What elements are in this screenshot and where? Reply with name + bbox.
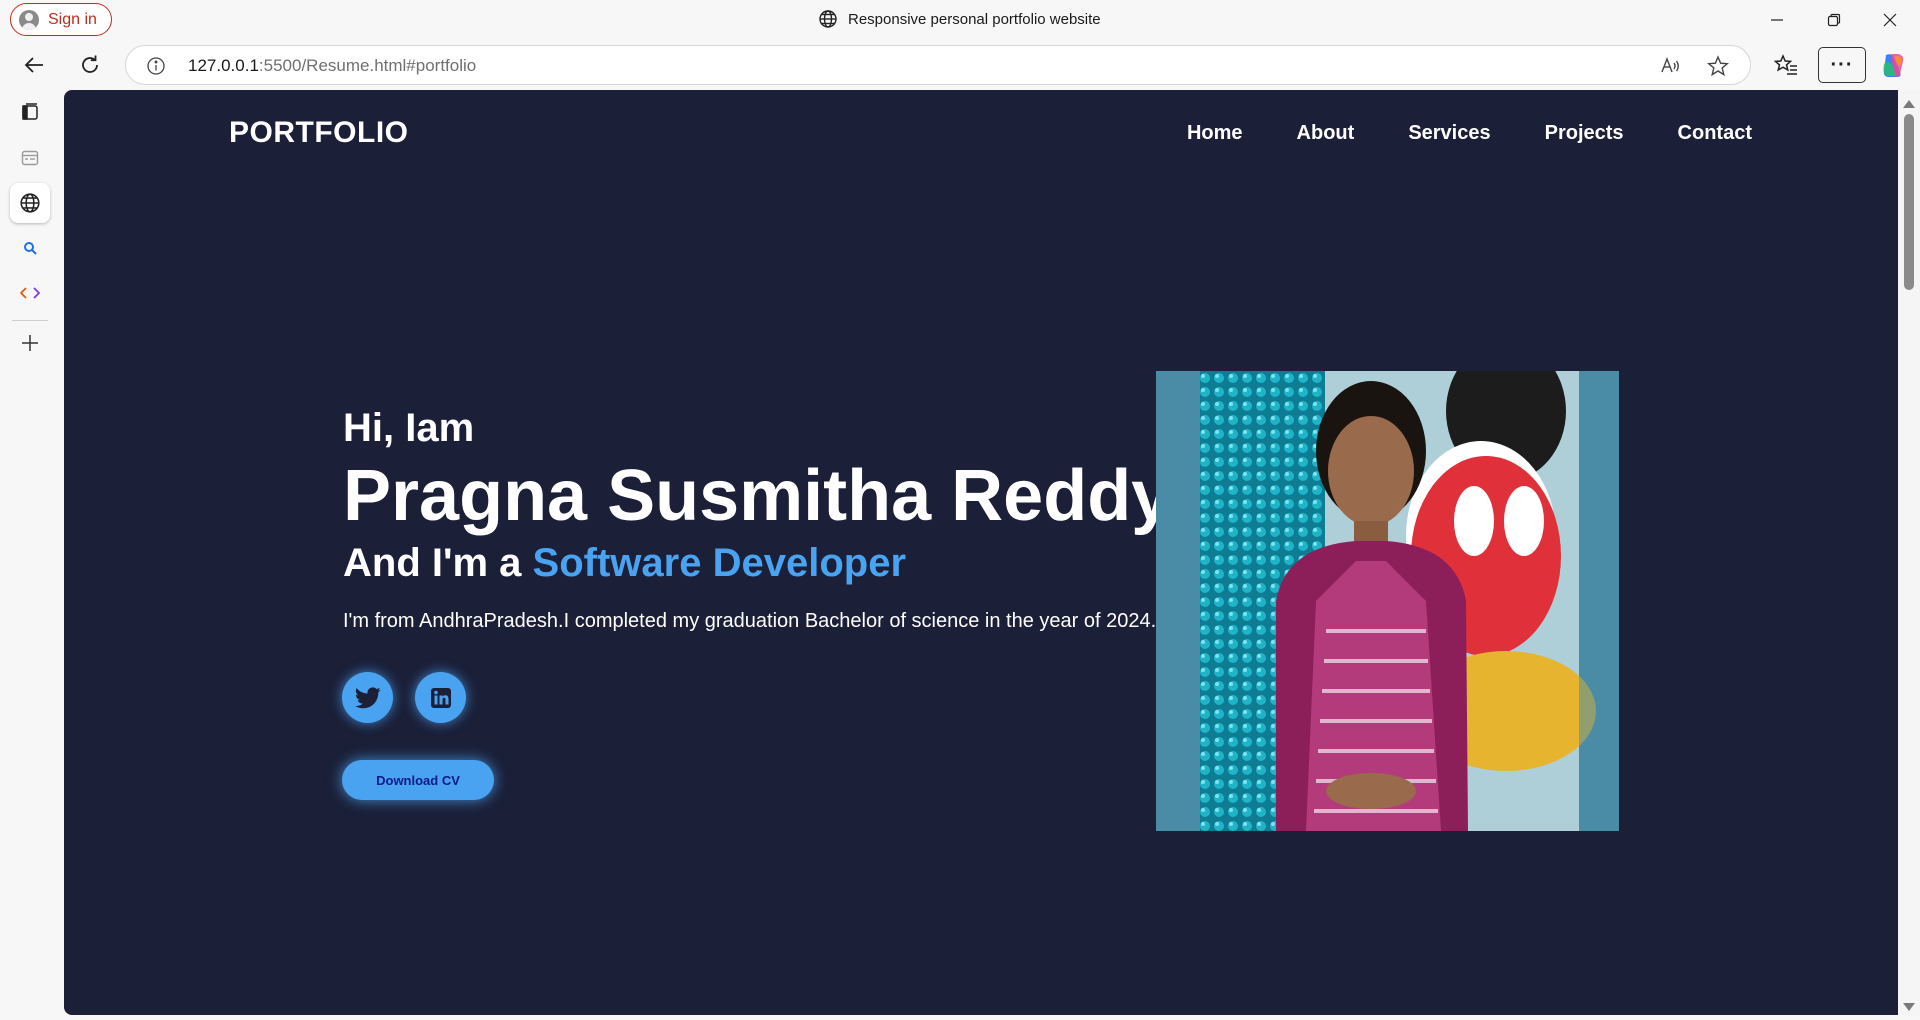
favorites-list-icon: [1774, 54, 1797, 75]
scrollbar-thumb[interactable]: [1904, 114, 1914, 290]
social-links: [342, 672, 466, 723]
refresh-icon: [82, 55, 98, 73]
nav-link-contact[interactable]: Contact: [1678, 122, 1752, 145]
browser-title-bar: Sign in Responsive personal portfolio we…: [0, 0, 1920, 40]
nav-link-home[interactable]: Home: [1187, 122, 1243, 145]
read-aloud-button[interactable]: [1657, 53, 1683, 79]
tab-title-text: Responsive personal portfolio website: [848, 10, 1101, 28]
minimize-button[interactable]: [1749, 0, 1805, 40]
search-icon: [24, 242, 37, 255]
profile-photo-image: [1156, 371, 1619, 831]
linkedin-icon: [430, 687, 451, 708]
read-aloud-icon: [1661, 57, 1679, 73]
linkedin-link[interactable]: [415, 672, 466, 723]
sidebar-browse-button[interactable]: [10, 183, 50, 223]
twitter-icon: [354, 686, 381, 708]
page-scrollbar[interactable]: [1898, 90, 1920, 1015]
address-bar[interactable]: 127.0.0.1:5500/Resume.html#portfolio: [125, 45, 1751, 85]
tabs-icon: [22, 103, 38, 120]
hero-greeting: Hi, Iam: [343, 406, 475, 450]
refresh-button[interactable]: [72, 47, 108, 83]
sign-in-button[interactable]: Sign in: [10, 3, 112, 36]
profile-photo: [1156, 371, 1619, 831]
more-icon: ···: [1830, 53, 1854, 76]
workspaces-button[interactable]: [10, 138, 50, 178]
close-icon: [1883, 13, 1897, 27]
role-prefix: And I'm a: [343, 541, 522, 585]
close-window-button[interactable]: [1862, 0, 1918, 40]
browser-toolbar: 127.0.0.1:5500/Resume.html#portfolio ···: [0, 40, 1920, 90]
code-icon: [20, 287, 40, 299]
profile-avatar-icon: [19, 9, 39, 30]
plus-icon: [22, 335, 38, 351]
url-path: :5500/Resume.html#portfolio: [258, 56, 477, 75]
sign-in-label: Sign in: [48, 10, 97, 28]
hero-role: And I'm a Software Developer: [343, 541, 1171, 586]
sidebar-add-button[interactable]: [10, 323, 50, 363]
back-button[interactable]: [16, 47, 52, 83]
sidebar-devtools-button[interactable]: [10, 273, 50, 313]
hero-bio: I'm from AndhraPradesh.I completed my gr…: [343, 610, 1157, 632]
nav-link-about[interactable]: About: [1297, 122, 1355, 145]
scroll-up-arrow-icon[interactable]: [1903, 100, 1915, 108]
hero-text: Hi, Iam Pragna Susmitha Reddy And I'm a …: [343, 406, 1171, 633]
download-cv-button[interactable]: Download CV: [342, 760, 494, 800]
page-viewport: PORTFOLIO Home About Services Projects C…: [64, 90, 1898, 1015]
nav-link-projects[interactable]: Projects: [1545, 122, 1624, 145]
main-nav: Home About Services Projects Contact: [1187, 122, 1752, 145]
twitter-link[interactable]: [342, 672, 393, 723]
url-text[interactable]: 127.0.0.1:5500/Resume.html#portfolio: [188, 56, 476, 76]
star-icon: [1707, 55, 1729, 77]
nav-link-services[interactable]: Services: [1408, 122, 1490, 145]
hero-name: Pragna Susmitha Reddy: [343, 456, 1172, 536]
copilot-icon[interactable]: [1878, 50, 1908, 80]
role-highlight: Software Developer: [532, 541, 907, 585]
workspace-icon: [21, 150, 39, 166]
sidebar-divider: [12, 320, 48, 321]
settings-more-button[interactable]: ···: [1818, 47, 1866, 83]
tab-title: Responsive personal portfolio website: [818, 9, 1101, 29]
globe-icon: [819, 10, 837, 28]
url-host: 127.0.0.1: [188, 56, 259, 75]
site-logo[interactable]: PORTFOLIO: [229, 116, 409, 150]
restore-button[interactable]: [1806, 0, 1862, 40]
favorite-button[interactable]: [1705, 53, 1731, 79]
sidebar-search-button[interactable]: [10, 228, 50, 268]
scroll-down-arrow-icon[interactable]: [1903, 1003, 1915, 1011]
tab-actions-button[interactable]: [10, 92, 50, 132]
minimize-icon: [1771, 19, 1783, 21]
back-arrow-icon: [24, 57, 43, 73]
favorites-button[interactable]: [1768, 47, 1804, 83]
site-info-icon[interactable]: [146, 56, 166, 76]
globe-icon: [20, 193, 40, 213]
browser-sidebar: [0, 90, 62, 1020]
restore-icon: [1827, 13, 1841, 27]
